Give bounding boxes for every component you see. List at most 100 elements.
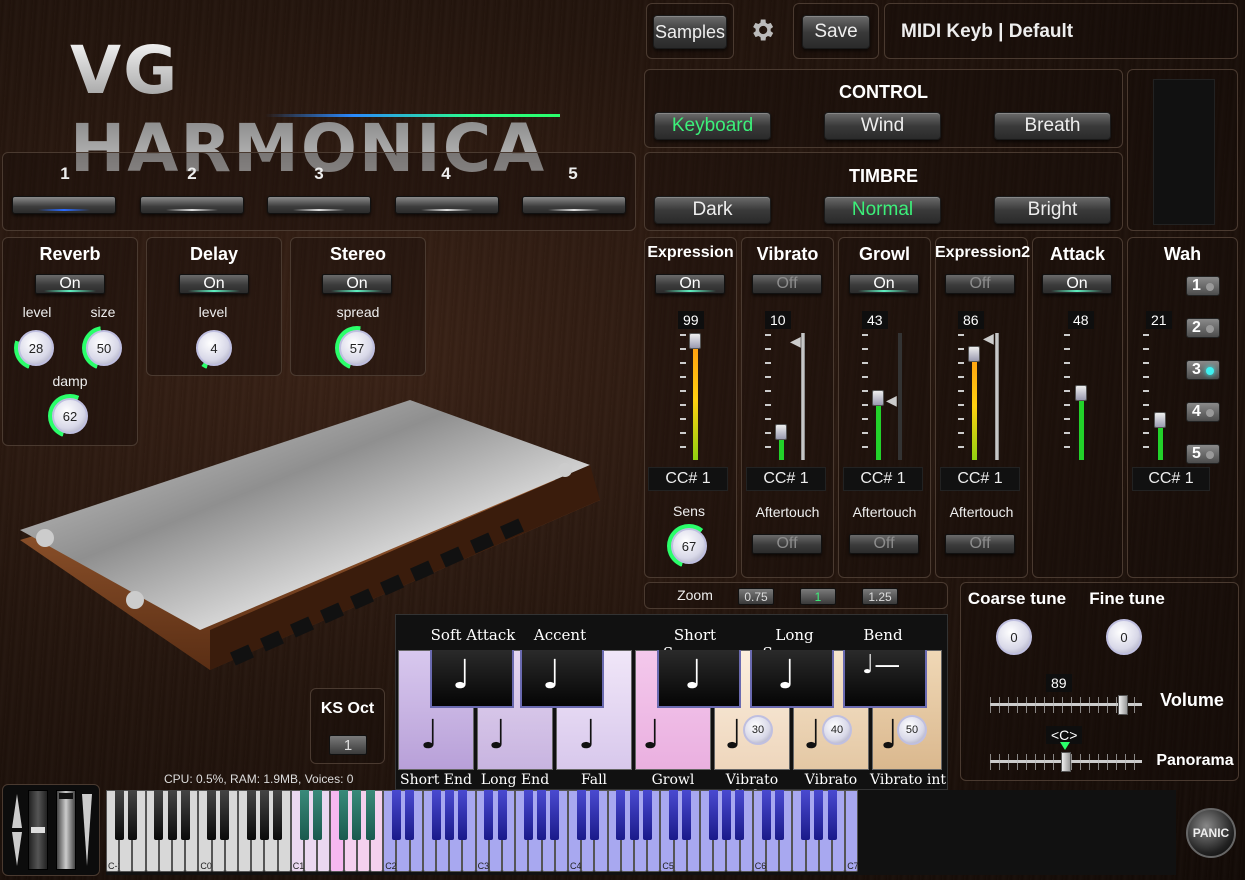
expression2-aftertouch-toggle[interactable]: Off [945, 534, 1015, 554]
piano-black-key[interactable] [259, 790, 269, 840]
preset-name-panel[interactable]: MIDI Keyb | Default [884, 3, 1238, 59]
attack-toggle[interactable]: On [1042, 274, 1112, 294]
piano-white-key[interactable] [845, 790, 859, 872]
piano-black-key[interactable] [629, 790, 639, 840]
reverb-level-knob[interactable]: 28 [14, 326, 58, 370]
piano-black-key[interactable] [642, 790, 652, 840]
expression2-aftertouch-arrow[interactable]: ◀ [983, 330, 994, 347]
expression2-toggle[interactable]: Off [945, 274, 1015, 294]
piano-black-key[interactable] [365, 790, 375, 840]
piano-black-key[interactable] [444, 790, 454, 840]
piano-black-key[interactable] [576, 790, 586, 840]
piano-keyboard[interactable]: C-1 C0 C1 C2 C3 C4 C5 C6 C7 [106, 790, 1176, 875]
piano-black-key[interactable] [273, 790, 283, 840]
samples-button[interactable]: Samples [653, 15, 727, 49]
piano-black-key[interactable] [827, 790, 837, 840]
gear-icon[interactable] [748, 16, 776, 44]
piano-black-key[interactable] [484, 790, 494, 840]
growl-aftertouch-toggle[interactable]: Off [849, 534, 919, 554]
reverb-size-knob[interactable]: 50 [82, 326, 126, 370]
expression2-fader-handle[interactable] [968, 346, 980, 362]
vibrato-light-knob[interactable]: 30 [740, 712, 776, 748]
wah-mode-5-button[interactable]: 5 [1186, 444, 1220, 464]
piano-black-key[interactable] [207, 790, 217, 840]
preset-slot-5-button[interactable] [522, 196, 626, 214]
expression2-cc[interactable]: CC# 1 [940, 467, 1020, 491]
preset-slot-4-button[interactable] [395, 196, 499, 214]
coarse-tune-knob[interactable]: 0 [992, 615, 1036, 659]
expression-fader-handle[interactable] [689, 333, 701, 349]
volume-slider[interactable] [990, 695, 1142, 715]
piano-black-key[interactable] [616, 790, 626, 840]
expression-cc[interactable]: CC# 1 [648, 467, 728, 491]
piano-black-key[interactable] [814, 790, 824, 840]
wah-mode-2-button[interactable]: 2 [1186, 318, 1220, 338]
piano-black-key[interactable] [405, 790, 415, 840]
piano-black-key[interactable] [708, 790, 718, 840]
wah-fader-handle[interactable] [1154, 412, 1166, 428]
volume-slider-handle[interactable] [1118, 695, 1128, 715]
zoom-1.25-button[interactable]: 1.25 [862, 588, 898, 605]
delay-toggle[interactable]: On [179, 274, 249, 294]
control-wind-button[interactable]: Wind [824, 112, 941, 140]
panic-button[interactable]: PANIC [1186, 808, 1236, 858]
wah-cc[interactable]: CC# 1 [1132, 467, 1210, 491]
piano-black-key[interactable] [497, 790, 507, 840]
growl-cc[interactable]: CC# 1 [843, 467, 923, 491]
preset-slot-1-button[interactable] [12, 196, 116, 214]
piano-keys[interactable]: C-1 C0 C1 C2 C3 C4 C5 C6 C7 [106, 790, 1176, 875]
reverb-toggle[interactable]: On [35, 274, 105, 294]
piano-black-key[interactable] [180, 790, 190, 840]
panorama-slider-handle[interactable] [1061, 752, 1071, 772]
piano-black-key[interactable] [220, 790, 230, 840]
piano-black-key[interactable] [774, 790, 784, 840]
piano-black-key[interactable] [127, 790, 137, 840]
vibrato-aftertouch-toggle[interactable]: Off [752, 534, 822, 554]
piano-black-key[interactable] [167, 790, 177, 840]
growl-aftertouch-arrow[interactable]: ◀ [886, 392, 897, 409]
wah-mode-4-button[interactable]: 4 [1186, 402, 1220, 422]
piano-black-key[interactable] [682, 790, 692, 840]
wah-mode-1-button[interactable]: 1 [1186, 276, 1220, 296]
ks-oct-button[interactable]: 1 [329, 735, 367, 755]
piano-black-key[interactable] [523, 790, 533, 840]
piano-black-key[interactable] [391, 790, 401, 840]
piano-black-key[interactable] [154, 790, 164, 840]
expression-toggle[interactable]: On [655, 274, 725, 294]
attack-fader-handle[interactable] [1075, 385, 1087, 401]
piano-black-key[interactable] [721, 790, 731, 840]
growl-fader-handle[interactable] [872, 390, 884, 406]
vibrato-cc[interactable]: CC# 1 [746, 467, 826, 491]
piano-black-key[interactable] [537, 790, 547, 840]
timbre-bright-button[interactable]: Bright [994, 196, 1111, 224]
piano-black-key[interactable] [312, 790, 322, 840]
panorama-slider[interactable] [990, 752, 1142, 772]
zoom-0.75-button[interactable]: 0.75 [738, 588, 774, 605]
piano-black-key[interactable] [550, 790, 560, 840]
piano-black-key[interactable] [735, 790, 745, 840]
expression-sens-knob[interactable]: 67 [667, 524, 711, 568]
mod-wheel[interactable] [56, 790, 76, 870]
piano-black-key[interactable] [114, 790, 124, 840]
vibrato-reg-knob[interactable]: 40 [819, 712, 855, 748]
piano-black-key[interactable] [457, 790, 467, 840]
delay-level-knob[interactable]: 4 [192, 326, 236, 370]
growl-toggle[interactable]: On [849, 274, 919, 294]
piano-black-key[interactable] [431, 790, 441, 840]
control-keyboard-button[interactable]: Keyboard [654, 112, 771, 140]
vibrato-aftertouch-arrow[interactable]: ◀ [790, 333, 801, 350]
vibrato-fader-handle[interactable] [775, 424, 787, 440]
zoom-1-button[interactable]: 1 [800, 588, 836, 605]
stereo-spread-knob[interactable]: 57 [335, 326, 379, 370]
save-button[interactable]: Save [802, 15, 870, 49]
vibrato-int-knob[interactable]: 50 [894, 712, 930, 748]
articulation-accent-key[interactable] [520, 650, 604, 708]
piano-black-key[interactable] [352, 790, 362, 840]
fine-tune-knob[interactable]: 0 [1102, 615, 1146, 659]
piano-black-key[interactable] [246, 790, 256, 840]
articulation-soft-attack-key[interactable] [430, 650, 514, 708]
preset-slot-3-button[interactable] [267, 196, 371, 214]
stereo-toggle[interactable]: On [322, 274, 392, 294]
vibrato-toggle[interactable]: Off [752, 274, 822, 294]
piano-black-key[interactable] [761, 790, 771, 840]
